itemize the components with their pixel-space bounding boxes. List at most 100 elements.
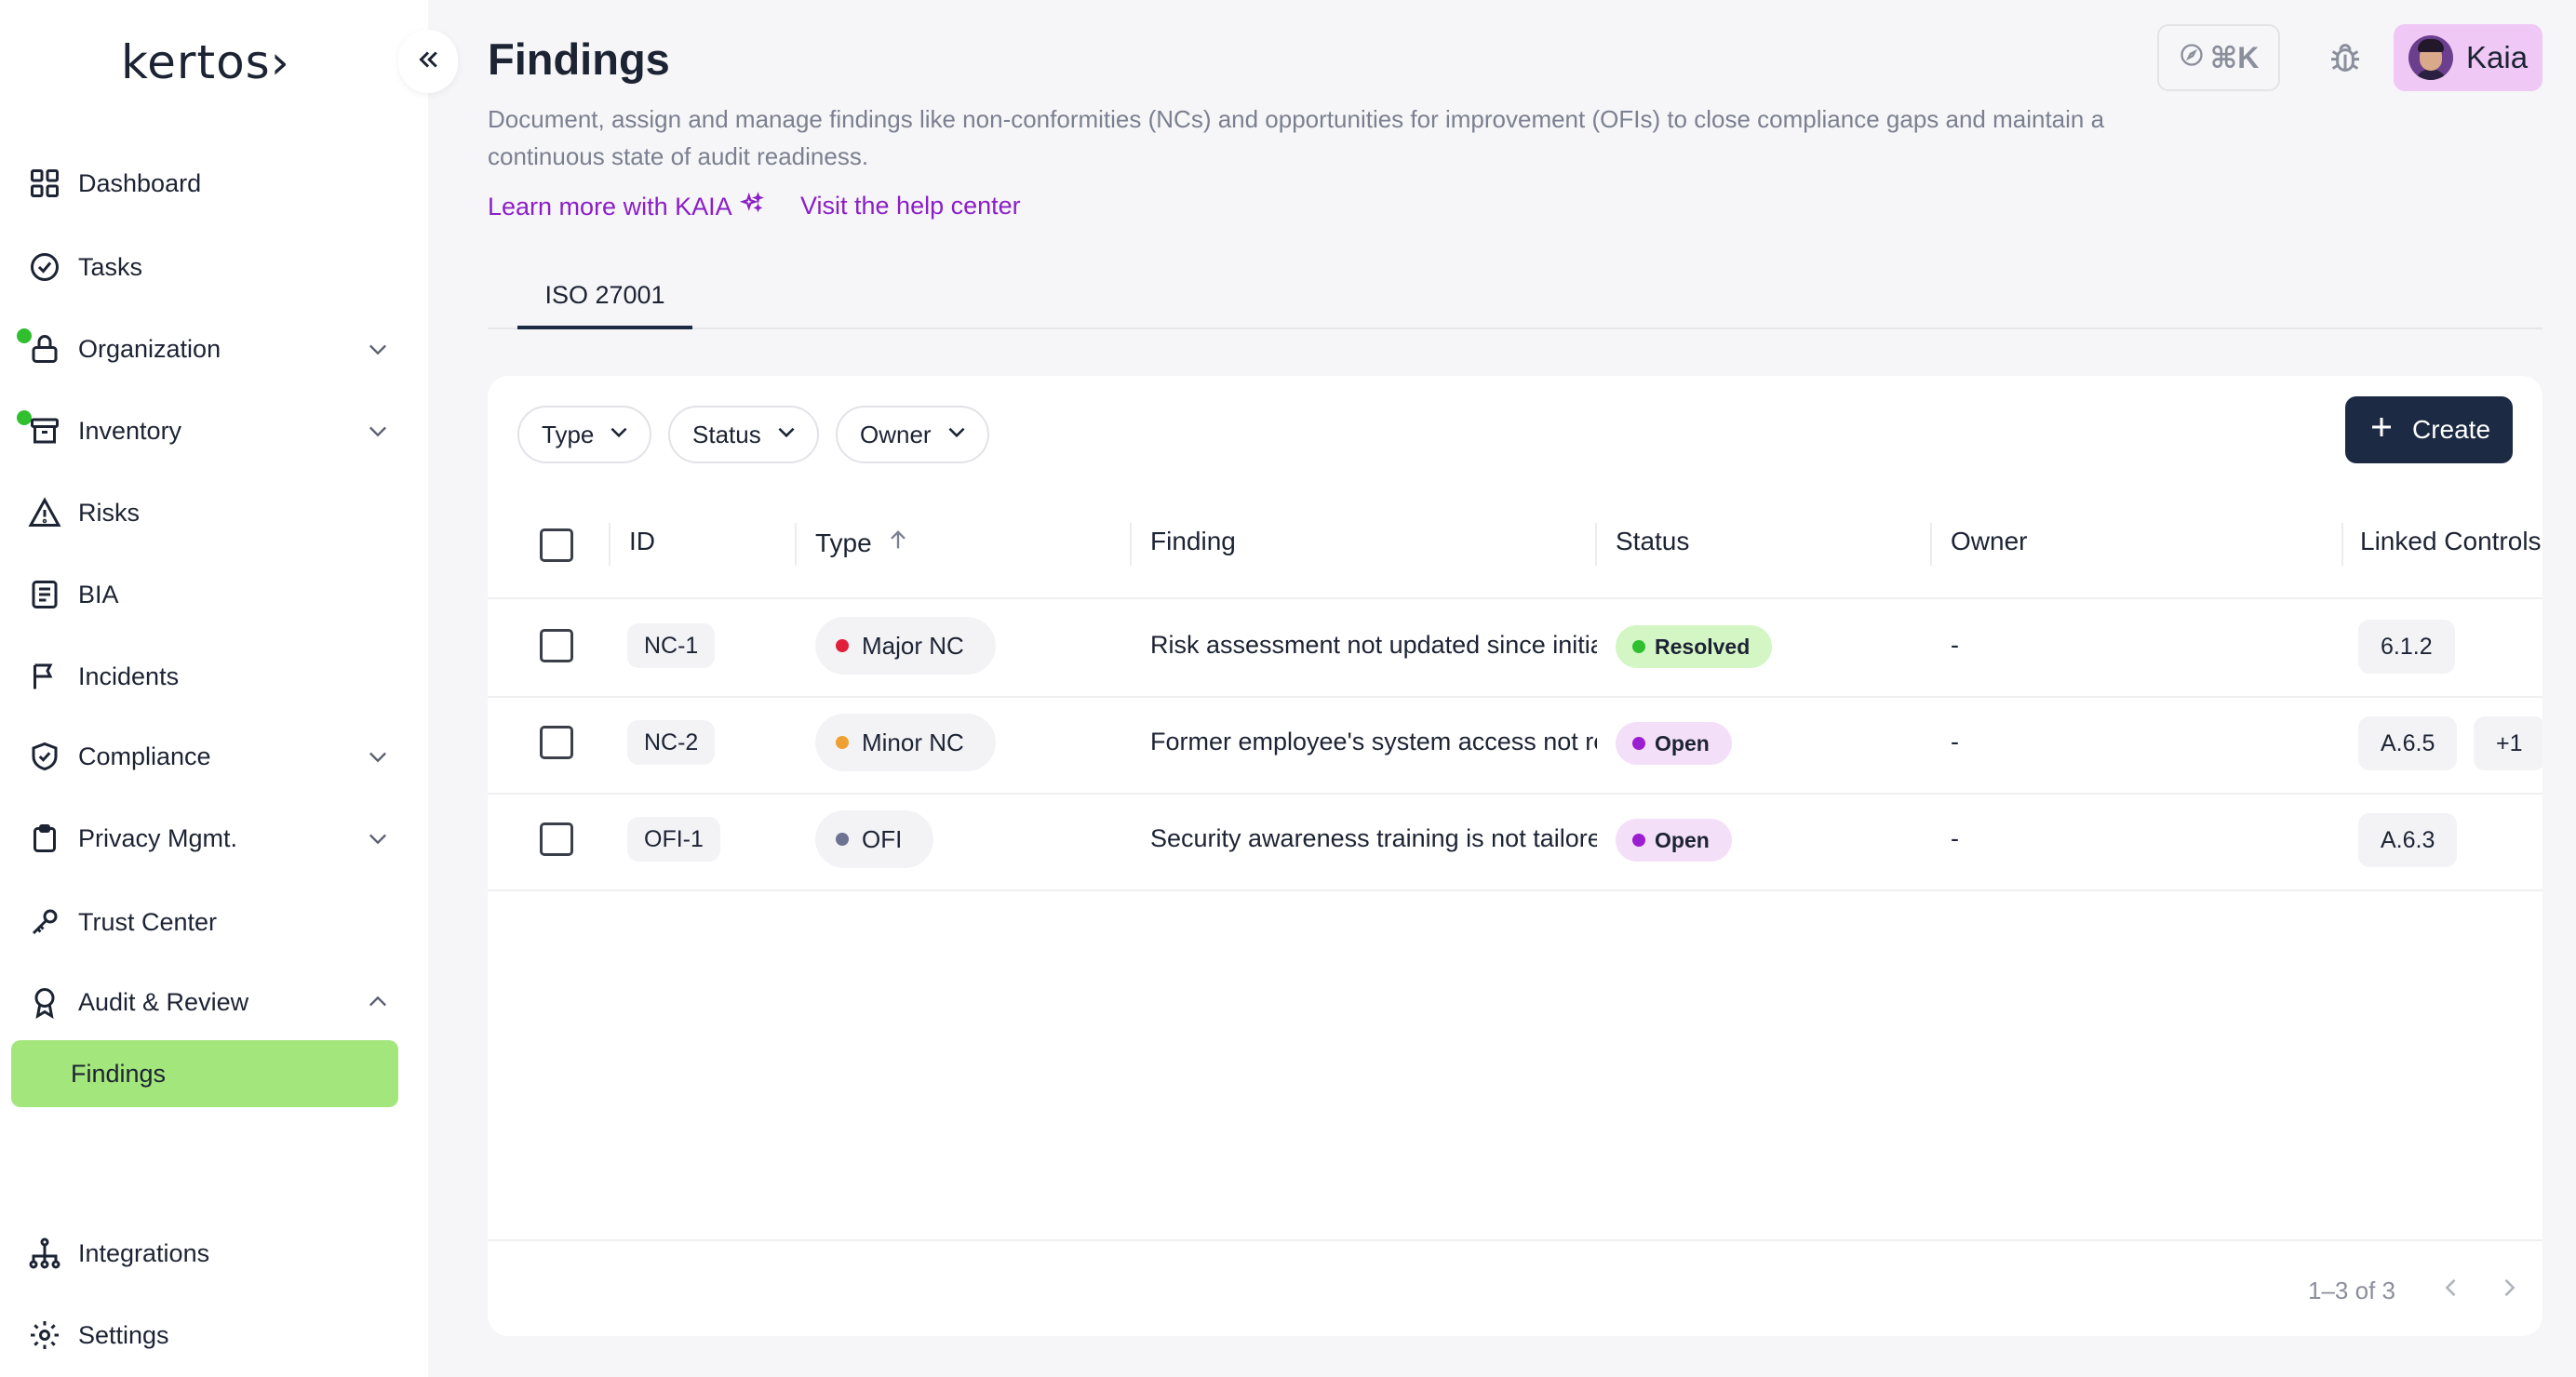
finding-id[interactable]: OFI-1 bbox=[627, 817, 720, 862]
owner-filter-button[interactable]: Owner bbox=[836, 406, 989, 463]
column-header-owner[interactable]: Owner bbox=[1951, 527, 2027, 556]
next-page-button[interactable] bbox=[2490, 1271, 2528, 1308]
sidebar-item-label: Incidents bbox=[78, 662, 180, 690]
previous-page-button[interactable] bbox=[2433, 1271, 2470, 1308]
sidebar-item-compliance[interactable]: Compliance bbox=[0, 724, 409, 789]
column-header-label: ID bbox=[629, 527, 655, 555]
help-center-link[interactable]: Visit the help center bbox=[800, 192, 1021, 221]
column-header-status[interactable]: Status bbox=[1616, 527, 1689, 556]
status-dot bbox=[1632, 834, 1645, 847]
status-dot bbox=[1632, 737, 1645, 750]
finding-title[interactable]: Security awareness training is not tailo… bbox=[1150, 824, 1597, 853]
column-divider bbox=[795, 523, 797, 566]
tab-iso-27001[interactable]: ISO 27001 bbox=[517, 264, 692, 329]
bug-icon bbox=[2327, 39, 2364, 81]
chevron-down-icon[interactable] bbox=[361, 332, 395, 366]
chevron-down-icon[interactable] bbox=[361, 822, 395, 855]
finding-title[interactable]: Former employee's system access not revo… bbox=[1150, 728, 1597, 756]
user-name: Kaia bbox=[2466, 40, 2529, 74]
column-divider bbox=[609, 523, 610, 566]
column-header-finding[interactable]: Finding bbox=[1150, 527, 1236, 556]
archive-icon bbox=[26, 412, 63, 449]
sidebar-item-label: BIA bbox=[78, 580, 119, 608]
owner-value: - bbox=[1951, 824, 1959, 852]
chevron-up-icon[interactable] bbox=[361, 985, 395, 1019]
sidebar-item-trust-center[interactable]: Trust Center bbox=[0, 889, 409, 955]
chevron-down-icon[interactable] bbox=[361, 414, 395, 448]
select-all-checkbox[interactable] bbox=[540, 528, 573, 562]
avatar bbox=[2408, 35, 2453, 80]
sidebar-item-risks[interactable]: Risks bbox=[0, 480, 409, 545]
sidebar-item-privacy-mgmt[interactable]: Privacy Mgmt. bbox=[0, 806, 409, 871]
create-finding-button[interactable]: Create bbox=[2345, 396, 2513, 463]
status-label: Open bbox=[1655, 730, 1710, 755]
sidebar-subitem-label: Findings bbox=[71, 1059, 167, 1088]
finding-id[interactable]: NC-2 bbox=[627, 720, 716, 765]
double-chevron-left-icon bbox=[414, 46, 442, 78]
type-dot bbox=[836, 833, 849, 846]
row-checkbox[interactable] bbox=[540, 629, 573, 662]
sidebar-item-label: Privacy Mgmt. bbox=[78, 823, 238, 852]
learn-more-kaia-link[interactable]: Learn more with KAIA bbox=[488, 192, 764, 222]
lock-icon bbox=[26, 330, 63, 368]
collapse-sidebar-button[interactable] bbox=[398, 30, 458, 93]
app-logo[interactable]: kertos› bbox=[121, 35, 290, 89]
column-header-label: Type bbox=[815, 528, 872, 557]
sidebar-item-settings[interactable]: Settings bbox=[0, 1303, 409, 1368]
sidebar: kertos› Dashboard Tasks Organization Inv… bbox=[0, 0, 428, 1377]
chevron-down-icon bbox=[945, 420, 969, 450]
finding-title[interactable]: Risk assessment not updated since initia… bbox=[1150, 631, 1597, 660]
type-label: Minor NC bbox=[862, 728, 964, 756]
row-divider bbox=[488, 696, 2542, 698]
chevron-right-icon bbox=[2496, 1275, 2522, 1305]
sidebar-item-incidents[interactable]: Incidents bbox=[0, 644, 409, 709]
sidebar-item-audit-review[interactable]: Audit & Review bbox=[0, 969, 409, 1035]
sidebar-item-integrations[interactable]: Integrations bbox=[0, 1221, 409, 1286]
sidebar-item-tasks[interactable]: Tasks bbox=[0, 234, 409, 300]
column-divider bbox=[2341, 523, 2343, 566]
chevron-down-icon[interactable] bbox=[361, 740, 395, 773]
sidebar-item-inventory[interactable]: Inventory bbox=[0, 398, 409, 463]
sidebar-item-dashboard[interactable]: Dashboard bbox=[0, 151, 409, 216]
key-icon bbox=[26, 903, 63, 941]
column-header-type[interactable]: Type bbox=[815, 527, 911, 559]
learn-more-kaia-label: Learn more with KAIA bbox=[488, 193, 732, 221]
type-badge: Minor NC bbox=[815, 714, 996, 771]
shortcut-label: ⌘K bbox=[2209, 41, 2260, 74]
sidebar-item-organization[interactable]: Organization bbox=[0, 316, 409, 381]
more-controls-chip[interactable]: +1 bbox=[2474, 716, 2542, 770]
footer-divider bbox=[488, 1239, 2542, 1241]
sidebar-item-label: Integrations bbox=[78, 1238, 210, 1267]
linked-control-chip[interactable]: A.6.5 bbox=[2358, 716, 2458, 770]
linked-control-chip[interactable]: 6.1.2 bbox=[2358, 620, 2455, 674]
row-checkbox[interactable] bbox=[540, 726, 573, 759]
column-header-linked-controls[interactable]: Linked Controls bbox=[2360, 527, 2542, 556]
page-title: Findings bbox=[488, 34, 670, 84]
linked-control-chip[interactable]: A.6.3 bbox=[2358, 813, 2458, 867]
chevron-down-icon bbox=[774, 420, 798, 450]
sidebar-item-bia[interactable]: BIA bbox=[0, 562, 409, 627]
sidebar-item-label: Audit & Review bbox=[78, 987, 249, 1016]
row-checkbox[interactable] bbox=[540, 822, 573, 856]
type-filter-button[interactable]: Type bbox=[517, 406, 652, 463]
report-bug-button[interactable] bbox=[2315, 30, 2375, 89]
row-divider bbox=[488, 793, 2542, 795]
finding-id[interactable]: NC-1 bbox=[627, 623, 716, 668]
type-dot bbox=[836, 639, 849, 652]
pagination-label: 1–3 of 3 bbox=[2308, 1277, 2395, 1304]
chevron-down-icon bbox=[607, 420, 631, 450]
status-badge: Open bbox=[1616, 819, 1732, 862]
command-palette-button[interactable]: ⌘K bbox=[2157, 24, 2280, 91]
award-icon bbox=[26, 983, 63, 1021]
shield-check-icon bbox=[26, 738, 63, 775]
type-badge: OFI bbox=[815, 810, 934, 868]
column-header-id[interactable]: ID bbox=[629, 527, 655, 556]
sidebar-item-label: Trust Center bbox=[78, 907, 218, 936]
chevron-left-icon bbox=[2438, 1275, 2464, 1305]
sidebar-subitem-findings[interactable]: Findings bbox=[11, 1040, 398, 1107]
sort-ascending-icon bbox=[885, 527, 911, 559]
user-menu-button[interactable]: Kaia bbox=[2394, 24, 2542, 91]
grid-icon bbox=[26, 165, 63, 202]
column-header-label: Status bbox=[1616, 527, 1690, 555]
status-filter-button[interactable]: Status bbox=[668, 406, 819, 463]
